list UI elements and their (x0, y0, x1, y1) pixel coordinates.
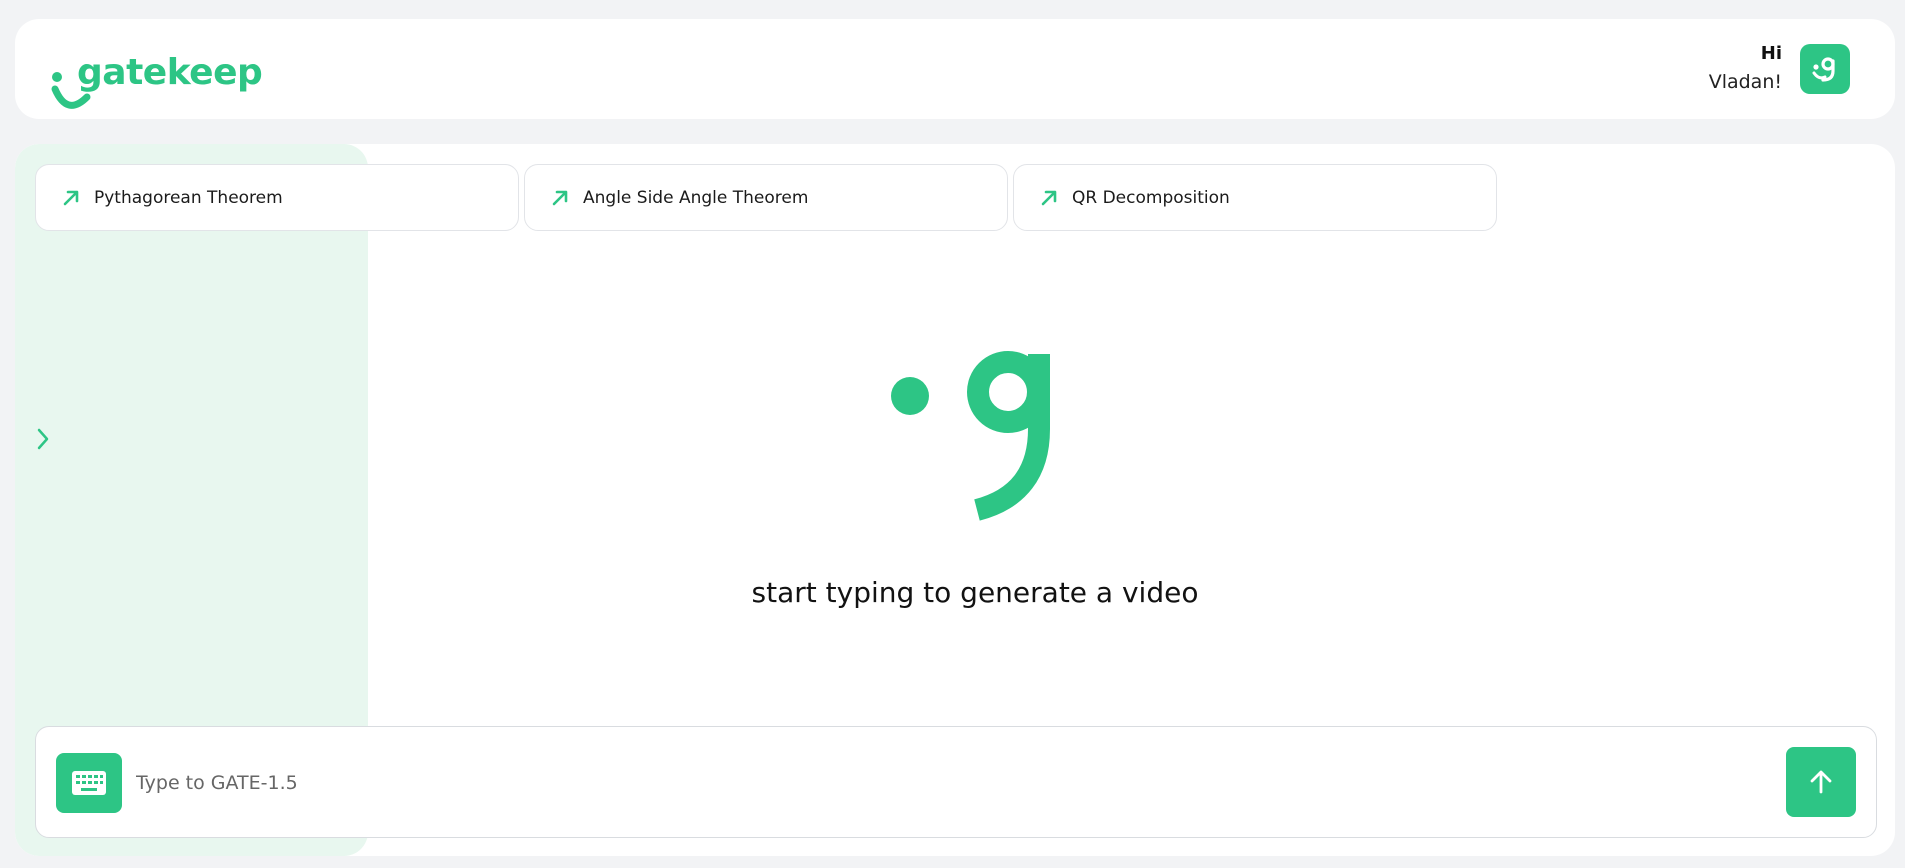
suggestion-card[interactable]: Pythagorean Theorem (35, 164, 519, 231)
suggestion-label: QR Decomposition (1072, 187, 1230, 208)
arrow-up-icon (1810, 770, 1832, 794)
arrow-up-right-icon (551, 188, 571, 208)
avatar[interactable] (1800, 44, 1850, 94)
main-panel: Pythagorean Theorem Angle Side Angle The… (15, 144, 1895, 856)
arrow-up-right-icon (1040, 188, 1060, 208)
suggestion-list: Pythagorean Theorem Angle Side Angle The… (35, 164, 1497, 231)
greeting-hi: Hi (1760, 43, 1782, 64)
suggestion-card[interactable]: Angle Side Angle Theorem (524, 164, 1008, 231)
arrow-up-right-icon (62, 188, 82, 208)
keyboard-icon (72, 771, 106, 795)
brand-name: gatekeep (77, 52, 263, 93)
greeting-name: Vladan! (1708, 71, 1782, 93)
empty-state-message: start typing to generate a video (751, 576, 1199, 609)
chevron-right-icon (37, 428, 49, 450)
send-button[interactable] (1786, 747, 1856, 817)
prompt-input[interactable] (136, 757, 1776, 809)
gatekeep-smile-icon (1812, 57, 1835, 82)
gatekeep-logo[interactable]: gatekeep (49, 41, 269, 111)
prompt-composer (35, 726, 1877, 838)
user-greeting: Hi Vladan! (1709, 41, 1782, 97)
top-header: gatekeep Hi Vladan! (15, 19, 1895, 119)
suggestion-label: Pythagorean Theorem (94, 187, 283, 208)
keyboard-button[interactable] (56, 753, 122, 813)
gatekeep-g-logo (891, 351, 1050, 521)
suggestion-card[interactable]: QR Decomposition (1013, 164, 1497, 231)
sidebar-toggle-button[interactable] (31, 424, 55, 454)
suggestion-label: Angle Side Angle Theorem (583, 187, 809, 208)
